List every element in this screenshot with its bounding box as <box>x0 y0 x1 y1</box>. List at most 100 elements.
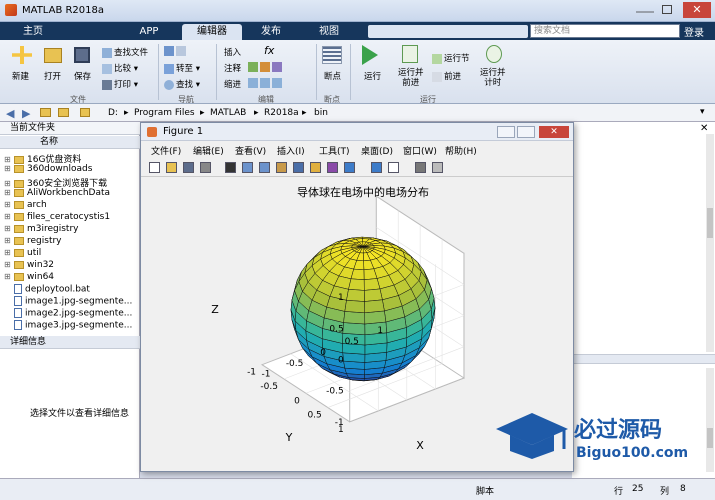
save-button[interactable]: 保存 <box>74 70 91 82</box>
hide-tools-icon[interactable] <box>415 162 426 173</box>
advance-button[interactable]: 前进 <box>432 70 461 82</box>
maximize-button[interactable] <box>662 5 672 14</box>
breadcrumb-program-files[interactable]: Program Files <box>134 108 195 118</box>
edit-tools-icons[interactable] <box>248 62 284 73</box>
save-figure-icon[interactable] <box>183 162 194 173</box>
browse-icon[interactable] <box>58 108 69 117</box>
breadcrumb-matlab[interactable]: MATLAB <box>210 108 246 118</box>
name-column-header[interactable]: 名称 <box>0 136 140 149</box>
show-tools-icon[interactable] <box>432 162 443 173</box>
new-figure-icon[interactable] <box>149 162 160 173</box>
rotate-icon[interactable] <box>293 162 304 173</box>
expand-icon[interactable]: ⊞ <box>4 164 14 173</box>
expand-icon[interactable]: ⊞ <box>4 179 14 188</box>
colorbar-icon[interactable] <box>371 162 382 173</box>
file-item[interactable]: image2.jpg-segmente... <box>4 308 132 319</box>
goto-button[interactable]: 转至 ▾ <box>164 62 200 74</box>
zoom-in-icon[interactable] <box>242 162 253 173</box>
search-input[interactable]: 搜索文档 <box>530 24 680 38</box>
comment-button[interactable]: 注释 <box>224 62 241 74</box>
run-section-button[interactable]: 运行节 <box>432 52 470 64</box>
find-button[interactable]: 查找 ▾ <box>164 78 200 90</box>
expand-icon[interactable]: ⊞ <box>4 200 14 209</box>
back-forward-buttons[interactable] <box>164 46 188 57</box>
expand-icon[interactable]: ⊞ <box>4 212 14 221</box>
file-item[interactable]: deploytool.bat <box>4 284 90 295</box>
y-tick-label: 1 <box>338 425 344 435</box>
figure-menu-item[interactable]: 查看(V) <box>235 144 266 157</box>
folder-item[interactable]: ⊞ arch <box>4 200 47 210</box>
link-icon[interactable] <box>344 162 355 173</box>
figure-close-button[interactable]: ✕ <box>539 126 569 138</box>
tab-home[interactable]: 主页 <box>8 24 58 40</box>
expand-icon[interactable]: ⊞ <box>4 155 14 164</box>
minimize-button[interactable] <box>636 8 654 13</box>
print-button[interactable]: 打印 ▾ <box>102 78 138 90</box>
figure-menu-item[interactable]: 插入(I) <box>277 144 305 157</box>
folder-item[interactable]: ⊞ win64 <box>4 272 54 282</box>
insert-button[interactable]: 插入 <box>224 46 241 58</box>
forward-icon[interactable]: ▶ <box>22 107 30 120</box>
expand-icon[interactable]: ⊞ <box>4 188 14 197</box>
figure-title-bar: Figure 1 ✕ <box>141 123 573 141</box>
folder-item[interactable]: ⊞ 360downloads <box>4 164 92 174</box>
indent-tools-icons[interactable] <box>248 78 284 89</box>
expand-icon[interactable]: ⊞ <box>4 260 14 269</box>
run-button[interactable]: 运行 <box>364 70 381 82</box>
panel-close-icon[interactable]: ✕ <box>700 123 708 134</box>
breadcrumb-bin[interactable]: bin <box>314 108 328 118</box>
close-button[interactable]: ✕ <box>683 2 711 18</box>
up-folder-icon[interactable] <box>40 108 51 117</box>
print-icon[interactable] <box>200 162 211 173</box>
figure-menu-item[interactable]: 工具(T) <box>319 144 350 157</box>
breakpoints-button[interactable]: 断点 <box>324 70 341 82</box>
back-icon[interactable]: ◀ <box>6 107 14 120</box>
right-scrollbar[interactable] <box>706 134 714 352</box>
run-time-button[interactable]: 运行并 计时 <box>480 68 506 88</box>
brush-icon[interactable] <box>327 162 338 173</box>
tab-publish[interactable]: 发布 <box>248 24 294 40</box>
item-label: util <box>27 248 42 258</box>
compare-button[interactable]: 比较 ▾ <box>102 62 138 74</box>
open-file-icon[interactable] <box>166 162 177 173</box>
tab-view[interactable]: 视图 <box>306 24 352 40</box>
run-advance-button[interactable]: 运行并 前进 <box>398 68 424 88</box>
sphere-facet <box>344 300 365 314</box>
breadcrumb-r2018a[interactable]: R2018a <box>264 108 299 118</box>
legend-icon[interactable] <box>388 162 399 173</box>
zoom-out-icon[interactable] <box>259 162 270 173</box>
figure-menu-item[interactable]: 帮助(H) <box>445 144 477 157</box>
figure-minimize-button[interactable] <box>497 126 515 138</box>
figure-menu-item[interactable]: 窗口(W) <box>403 144 437 157</box>
address-dropdown-icon[interactable]: ▾ <box>700 107 705 117</box>
file-item[interactable]: image3.jpg-segmente... <box>4 320 132 331</box>
folder-item[interactable]: ⊞ files_ceratocystis1 <box>4 212 110 222</box>
folder-item[interactable]: ⊞ win32 <box>4 260 54 270</box>
expand-icon[interactable]: ⊞ <box>4 272 14 281</box>
pointer-icon[interactable] <box>225 162 236 173</box>
new-button[interactable]: 新建 <box>12 70 29 82</box>
figure-menu-item[interactable]: 桌面(D) <box>361 144 393 157</box>
figure-menu-item[interactable]: 编辑(E) <box>193 144 224 157</box>
pan-icon[interactable] <box>276 162 287 173</box>
expand-icon[interactable]: ⊞ <box>4 236 14 245</box>
find-files-button[interactable]: 查找文件 <box>102 46 148 58</box>
tab-editor[interactable]: 编辑器 <box>182 24 242 40</box>
expand-icon[interactable]: ⊞ <box>4 224 14 233</box>
tab-apps[interactable]: APP <box>124 24 174 40</box>
figure-menu-item[interactable]: 文件(F) <box>151 144 181 157</box>
right-scrollbar-lower[interactable] <box>706 368 714 472</box>
indent-button[interactable]: 缩进 <box>224 78 241 90</box>
folder-item[interactable]: ⊞ registry <box>4 236 62 246</box>
login-button[interactable]: 登录 <box>684 24 704 39</box>
open-button[interactable]: 打开 <box>44 70 61 82</box>
figure-maximize-button[interactable] <box>517 126 535 138</box>
folder-item[interactable]: ⊞ AliWorkbenchData <box>4 188 110 198</box>
expand-icon[interactable]: ⊞ <box>4 248 14 257</box>
file-item[interactable]: image1.jpg-segmente... <box>4 296 132 307</box>
data-cursor-icon[interactable] <box>310 162 321 173</box>
breadcrumb-drive[interactable]: D: <box>108 108 118 118</box>
folder-item[interactable]: ⊞ util <box>4 248 41 258</box>
folder-item[interactable]: ⊞ m3iregistry <box>4 224 79 234</box>
fx-button[interactable]: fx <box>264 44 274 57</box>
